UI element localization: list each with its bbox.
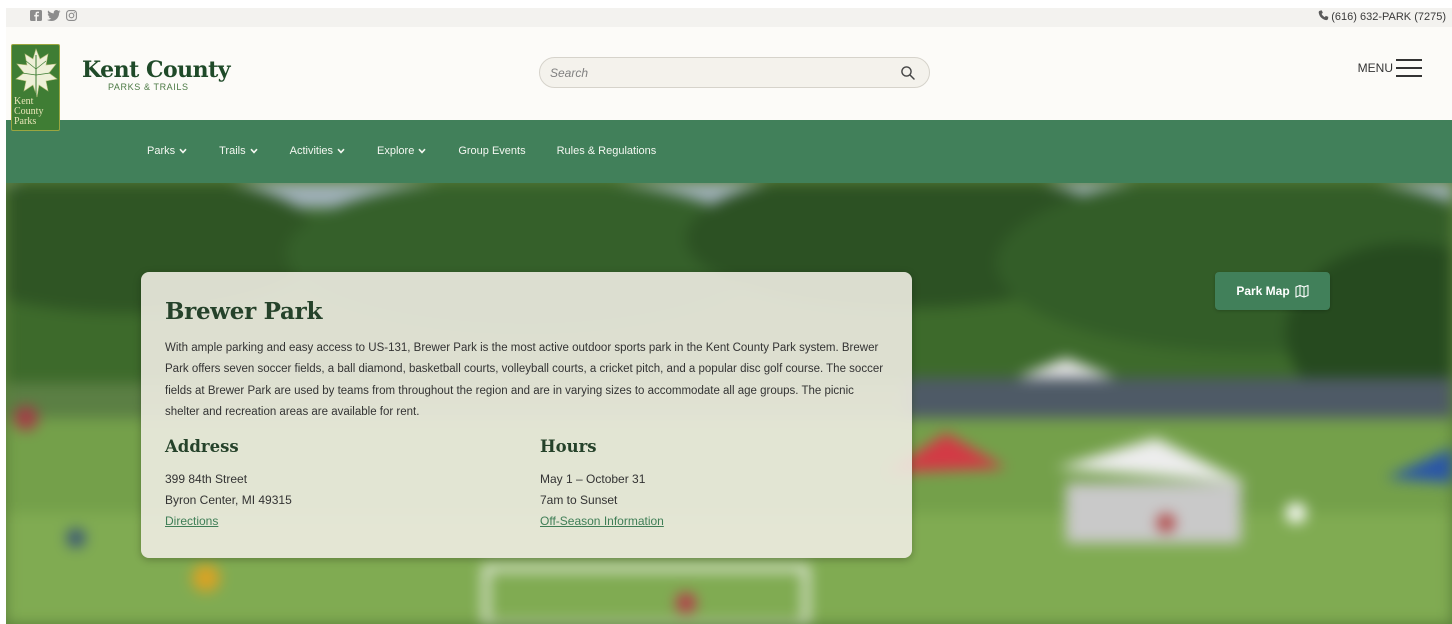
search-bar bbox=[539, 57, 930, 88]
park-map-label: Park Map bbox=[1236, 284, 1290, 298]
badge-line: Parks bbox=[14, 116, 37, 127]
nav-label: Parks bbox=[147, 145, 176, 157]
menu-label: MENU bbox=[1357, 61, 1393, 75]
chevron-down-icon bbox=[179, 148, 187, 154]
twitter-icon[interactable] bbox=[47, 10, 61, 21]
nav-label: Trails bbox=[219, 145, 246, 157]
address-line-2: Byron Center, MI 49315 bbox=[165, 493, 292, 507]
page: (616) 632-PARK (7275) Kent County PARKS … bbox=[0, 0, 1452, 624]
park-info-card: Brewer Park With ample parking and easy … bbox=[141, 272, 912, 558]
instagram-icon[interactable] bbox=[66, 10, 77, 21]
site-header: Kent County PARKS & TRAILS MENU bbox=[6, 27, 1452, 120]
park-description: With ample parking and easy access to US… bbox=[165, 342, 884, 418]
main-nav: Parks Trails Activities Explore Group Ev… bbox=[6, 120, 1452, 183]
nav-item-group-events[interactable]: Group Events bbox=[458, 145, 525, 157]
hamburger-icon bbox=[1396, 58, 1422, 78]
nav-label: Rules & Regulations bbox=[556, 145, 657, 157]
brand-subtitle: PARKS & TRAILS bbox=[108, 82, 189, 92]
chevron-down-icon bbox=[250, 148, 258, 154]
hours-line-2: 7am to Sunset bbox=[540, 493, 618, 507]
park-title: Brewer Park bbox=[165, 298, 323, 325]
nav-item-parks[interactable]: Parks bbox=[147, 145, 187, 157]
phone-link[interactable]: (616) 632-PARK (7275) bbox=[1318, 10, 1446, 24]
nav-item-trails[interactable]: Trails bbox=[219, 145, 258, 157]
phone-icon bbox=[1318, 10, 1329, 24]
utility-bar: (616) 632-PARK (7275) bbox=[6, 8, 1452, 27]
phone-number: (616) 632-PARK (7275) bbox=[1331, 11, 1446, 23]
nav-label: Group Events bbox=[458, 145, 526, 157]
map-icon bbox=[1295, 284, 1309, 298]
badge-text: Kent County Parks bbox=[14, 97, 43, 127]
logo[interactable]: Kent County Parks bbox=[11, 44, 60, 131]
brand-title[interactable]: Kent County bbox=[82, 57, 231, 83]
hours-line-1: May 1 – October 31 bbox=[540, 472, 646, 486]
address-line-1: 399 84th Street bbox=[165, 472, 248, 486]
address-heading: Address bbox=[165, 437, 239, 456]
chevron-down-icon bbox=[418, 148, 426, 154]
menu-button[interactable]: MENU bbox=[1358, 58, 1422, 78]
directions-link[interactable]: Directions bbox=[165, 514, 218, 528]
chevron-down-icon bbox=[337, 148, 345, 154]
nav-label: Explore bbox=[377, 145, 415, 157]
social-links bbox=[30, 10, 77, 21]
hours-heading: Hours bbox=[540, 437, 597, 456]
off-season-link[interactable]: Off-Season Information bbox=[540, 514, 664, 528]
nav-item-activities[interactable]: Activities bbox=[290, 145, 345, 157]
nav-item-rules[interactable]: Rules & Regulations bbox=[557, 145, 657, 157]
park-map-button[interactable]: Park Map bbox=[1215, 272, 1330, 310]
search-icon[interactable] bbox=[899, 64, 917, 82]
nav-label: Activities bbox=[289, 145, 334, 157]
nav-item-explore[interactable]: Explore bbox=[377, 145, 426, 157]
search-input[interactable] bbox=[550, 64, 880, 82]
facebook-icon[interactable] bbox=[30, 10, 42, 21]
